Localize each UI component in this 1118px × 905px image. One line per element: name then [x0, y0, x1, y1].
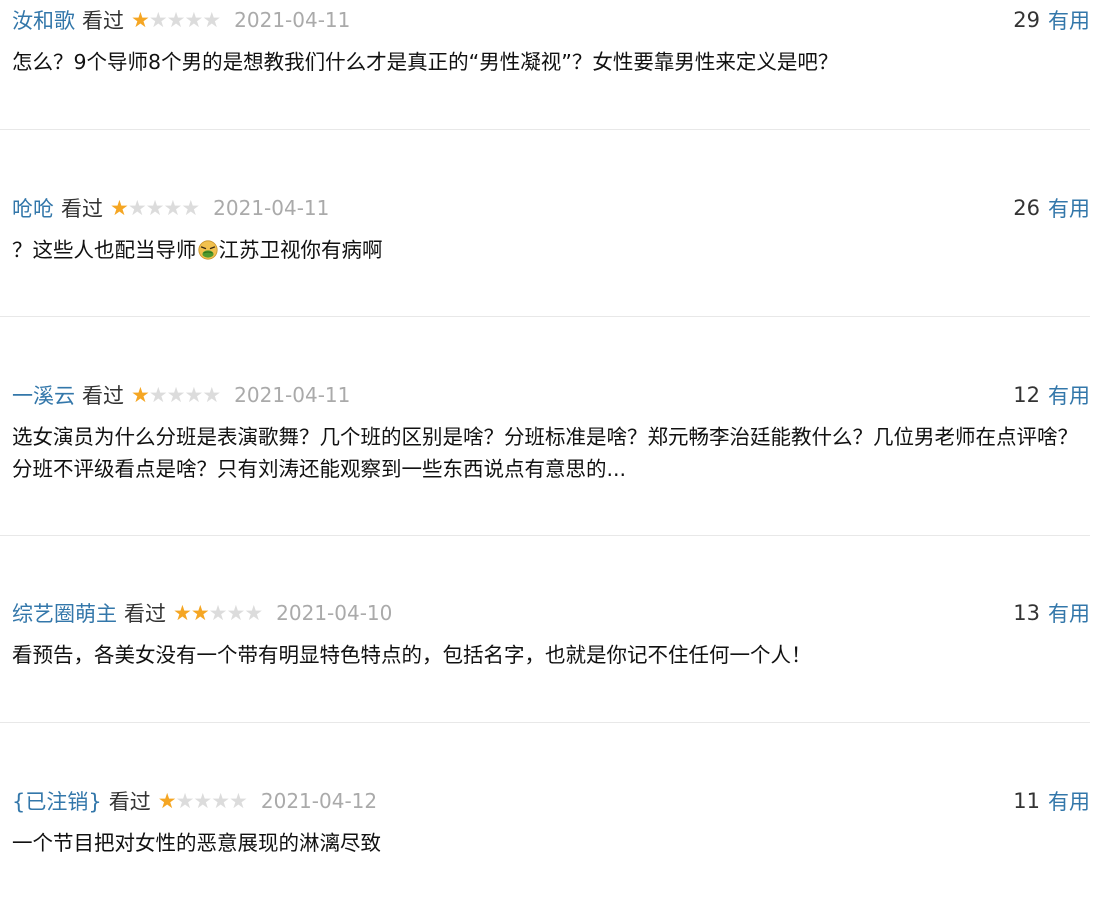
- star-filled-icon: ★: [131, 7, 150, 32]
- votes: 29 有用: [1013, 2, 1090, 38]
- rating-stars: ★ ★ ★ ★ ★: [131, 382, 221, 407]
- comment-text: 看预告，各美女没有一个带有明显特色特点的，包括名字，也就是你记不住任何一个人！: [12, 643, 812, 667]
- votes: 13 有用: [1013, 595, 1090, 631]
- star-filled-icon: ★: [131, 382, 150, 407]
- nauseated-face-icon: [197, 240, 218, 260]
- comment-item: 综艺圈萌主 看过 ★ ★ ★ ★ ★ 2021-04-10 13 有用 看预告，各美女没…: [0, 595, 1090, 671]
- star-empty-icon: ★: [202, 382, 221, 407]
- comment-item: {已注销} 看过 ★ ★ ★ ★ ★ 2021-04-12 11 有用 一个节目把对女性…: [0, 783, 1090, 859]
- comment-text-part: 江苏卫视你有病啊: [218, 238, 383, 262]
- star-filled-icon: ★: [110, 195, 129, 220]
- votes: 26 有用: [1013, 190, 1090, 226]
- star-filled-icon: ★: [157, 788, 177, 813]
- votes: 12 有用: [1013, 377, 1090, 413]
- rating-stars: ★ ★ ★ ★ ★: [157, 788, 248, 813]
- watched-status: 看过: [82, 9, 124, 33]
- star-empty-icon: ★: [193, 788, 212, 813]
- comment-header: 呛呛 看过 ★ ★ ★ ★ ★ 2021-04-11 26 有用: [0, 190, 1090, 226]
- watched-status: 看过: [108, 790, 151, 814]
- star-empty-icon: ★: [226, 600, 245, 625]
- comment-date: 2021-04-10: [276, 601, 393, 625]
- watched-status: 看过: [124, 602, 166, 626]
- comment-text: 怎么？9个导师8个男的是想教我们什么才是真正的“男性凝视”？女性要靠男性来定义是…: [12, 50, 839, 74]
- star-empty-icon: ★: [166, 382, 186, 407]
- rating-stars: ★ ★ ★ ★ ★: [173, 600, 263, 625]
- username-link[interactable]: {已注销}: [12, 786, 102, 816]
- username-link[interactable]: 一溪云: [12, 380, 75, 410]
- vote-count: 26: [1013, 196, 1040, 220]
- comment-text: 选女演员为什么分班是表演歌舞？几个班的区别是啥？分班标准是啥？郑元畅李治廷能教什…: [12, 425, 1078, 481]
- star-filled-icon: ★: [173, 600, 192, 625]
- comment-header: 一溪云 看过 ★ ★ ★ ★ ★ 2021-04-11 12 有用: [0, 377, 1090, 413]
- comment-list: 汝和歌 看过 ★ ★ ★ ★ ★ 2021-04-11 29 有用 怎么？9个导师8个男…: [0, 0, 1118, 905]
- comment-date: 2021-04-11: [234, 8, 351, 32]
- username-link[interactable]: 呛呛: [12, 193, 54, 223]
- vote-count: 11: [1013, 789, 1040, 813]
- star-empty-icon: ★: [145, 195, 165, 220]
- star-empty-icon: ★: [127, 195, 147, 220]
- comment-text: 一个节目把对女性的恶意展现的淋漓尽致: [12, 831, 381, 855]
- divider: [0, 129, 1090, 130]
- useful-button[interactable]: 有用: [1048, 598, 1090, 628]
- star-empty-icon: ★: [175, 788, 195, 813]
- username-link[interactable]: 综艺圈萌主: [12, 598, 117, 628]
- comment-date: 2021-04-12: [260, 789, 378, 813]
- useful-button[interactable]: 有用: [1048, 193, 1090, 223]
- watched-status: 看过: [61, 197, 103, 221]
- star-empty-icon: ★: [148, 382, 168, 407]
- comment-date: 2021-04-11: [234, 383, 351, 407]
- username-link[interactable]: 汝和歌: [12, 5, 75, 35]
- star-filled-icon: ★: [190, 600, 210, 625]
- comment-header: 汝和歌 看过 ★ ★ ★ ★ ★ 2021-04-11 29 有用: [0, 2, 1090, 38]
- comment-header: 综艺圈萌主 看过 ★ ★ ★ ★ ★ 2021-04-10 13 有用: [0, 595, 1090, 631]
- watched-status: 看过: [82, 384, 124, 408]
- votes: 11 有用: [1013, 783, 1090, 819]
- comment-date: 2021-04-11: [213, 196, 330, 220]
- star-empty-icon: ★: [184, 7, 203, 32]
- vote-count: 12: [1013, 383, 1040, 407]
- star-empty-icon: ★: [184, 382, 203, 407]
- comment-header: {已注销} 看过 ★ ★ ★ ★ ★ 2021-04-12 11 有用: [0, 783, 1090, 819]
- star-empty-icon: ★: [211, 788, 230, 813]
- star-empty-icon: ★: [181, 195, 200, 220]
- useful-button[interactable]: 有用: [1048, 380, 1090, 410]
- star-empty-icon: ★: [208, 600, 228, 625]
- rating-stars: ★ ★ ★ ★ ★: [110, 195, 200, 220]
- rating-stars: ★ ★ ★ ★ ★: [131, 7, 221, 32]
- vote-count: 29: [1013, 8, 1040, 32]
- star-empty-icon: ★: [229, 788, 248, 813]
- useful-button[interactable]: 有用: [1048, 786, 1090, 816]
- star-empty-icon: ★: [163, 195, 182, 220]
- star-empty-icon: ★: [202, 7, 221, 32]
- comment-item: 一溪云 看过 ★ ★ ★ ★ ★ 2021-04-11 12 有用 选女演员为什么分班是…: [0, 377, 1090, 485]
- star-empty-icon: ★: [166, 7, 186, 32]
- star-empty-icon: ★: [148, 7, 168, 32]
- useful-button[interactable]: 有用: [1048, 5, 1090, 35]
- comment-item: 汝和歌 看过 ★ ★ ★ ★ ★ 2021-04-11 29 有用 怎么？9个导师8个男…: [0, 2, 1090, 78]
- comment-text: ？这些人也配当导师 江苏卫视你有病啊: [0, 234, 1090, 266]
- star-empty-icon: ★: [244, 600, 263, 625]
- vote-count: 13: [1013, 601, 1040, 625]
- divider: [0, 722, 1090, 723]
- divider: [0, 316, 1090, 317]
- divider: [0, 535, 1090, 536]
- comment-item: 呛呛 看过 ★ ★ ★ ★ ★ 2021-04-11 26 有用 ？这些人也配当导师 江苏…: [0, 190, 1090, 266]
- comment-text-part: ？这些人也配当导师: [12, 238, 197, 262]
